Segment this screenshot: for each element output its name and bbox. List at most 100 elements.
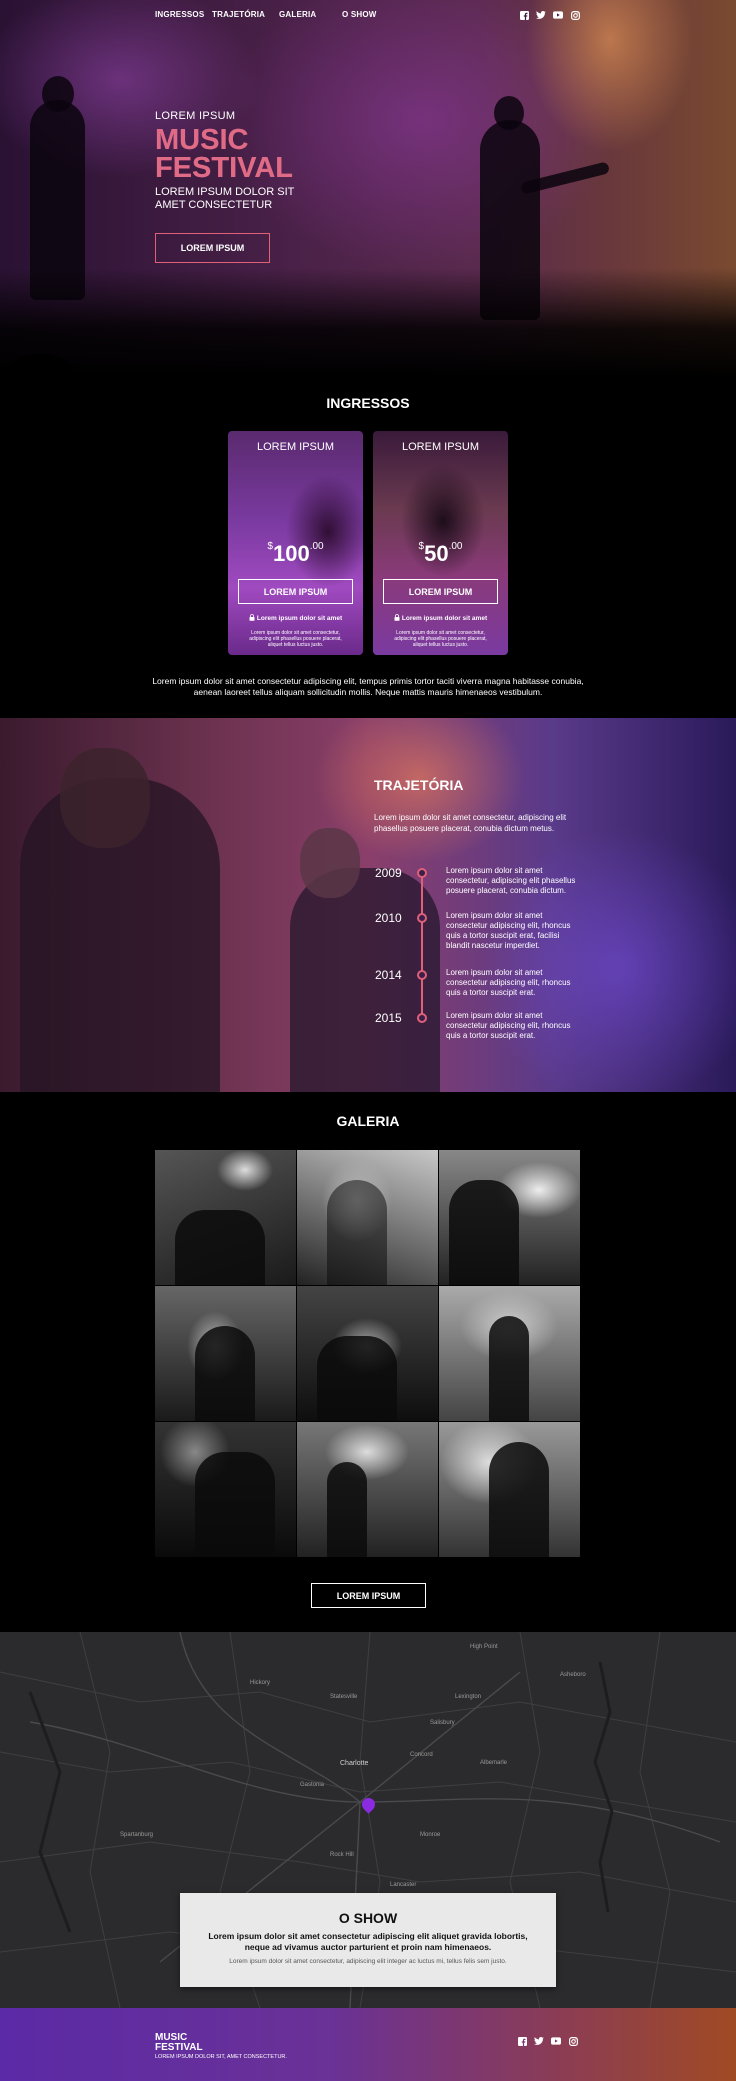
nav-item-o-show[interactable]: O SHOW <box>342 10 377 19</box>
ticket-price: $100.00 <box>228 541 363 567</box>
gallery-photo[interactable] <box>439 1422 580 1557</box>
ticket-fine-print: Lorem ipsum dolor sit amet consectetur, … <box>249 630 342 648</box>
o-show-title: O SHOW <box>338 1910 398 1926</box>
o-show-lead: Lorem ipsum dolor sit amet consectetur a… <box>208 1931 528 1952</box>
timeline-year: 2009 <box>375 866 402 880</box>
galeria-title: GALERIA <box>336 1113 400 1129</box>
youtube-icon[interactable] <box>551 2036 561 2046</box>
hero-title: MUSIC FESTIVAL <box>155 124 375 184</box>
hero-heading-block: LOREM IPSUM MUSIC FESTIVAL LOREM IPSUM D… <box>155 110 375 212</box>
hero-title-line2: FESTIVAL <box>155 152 294 184</box>
ticket-price-cents: .00 <box>448 541 463 552</box>
o-show-card: O SHOW Lorem ipsum dolor sit amet consec… <box>180 1893 556 1987</box>
gallery-photo[interactable] <box>439 1286 580 1421</box>
singer-head <box>494 96 524 130</box>
youtube-icon[interactable] <box>553 10 563 20</box>
footer-logo-line2: FESTIVAL <box>155 2042 203 2053</box>
facebook-icon[interactable] <box>517 2036 527 2046</box>
hero-kicker: LOREM IPSUM <box>155 110 236 122</box>
map-label: Charlotte <box>340 1760 369 1767</box>
gallery-photo[interactable] <box>155 1422 296 1557</box>
map-label: Albemarle <box>480 1760 508 1766</box>
ingressos-title: INGRESSOS <box>326 395 410 411</box>
trajetoria-title: TRAJETÓRIA <box>374 777 464 793</box>
drummer-silhouette <box>290 868 440 1092</box>
ticket-card: LOREM IPSUM $100.00 LOREM IPSUM Lorem ip… <box>228 431 363 655</box>
timeline-line <box>421 873 423 1021</box>
crowd-silhouette <box>0 268 736 378</box>
drummer-head <box>300 828 360 898</box>
footer-tagline: LOREM IPSUM DOLOR SIT, AMET CONSECTETUR. <box>155 2054 287 2060</box>
facebook-icon[interactable] <box>519 10 529 20</box>
trajetoria-section <box>0 718 736 1092</box>
ticket-price-value: 50 <box>424 541 449 566</box>
hero-subtitle: LOREM IPSUM DOLOR SIT AMET CONSECTETUR <box>155 186 295 211</box>
map-label: Asheboro <box>560 1672 586 1678</box>
gallery-photo[interactable] <box>297 1422 438 1557</box>
ticket-card: LOREM IPSUM $50.00 LOREM IPSUM Lorem ips… <box>373 431 508 655</box>
ticket-note-text: Lorem ipsum dolor sit amet <box>256 615 343 622</box>
gallery-photo[interactable] <box>155 1286 296 1421</box>
ticket-note-text: Lorem ipsum dolor sit amet <box>401 615 488 622</box>
ticket-price-value: 100 <box>272 541 310 566</box>
nav-item-trajetoria[interactable]: TRAJETÓRIA <box>212 10 265 19</box>
guitarist-head <box>60 748 150 848</box>
timeline-year: 2015 <box>375 1011 402 1025</box>
timeline-dot <box>417 868 427 878</box>
twitter-icon[interactable] <box>536 10 546 20</box>
timeline-dot <box>417 970 427 980</box>
timeline-year: 2014 <box>375 968 402 982</box>
gallery-photo[interactable] <box>297 1286 438 1421</box>
ticket-title: LOREM IPSUM <box>401 441 479 453</box>
map-label: Rock Hill <box>330 1852 354 1858</box>
timeline-text: Lorem ipsum dolor sit amet consectetur a… <box>446 1011 571 1040</box>
timeline-dot <box>417 913 427 923</box>
timeline-text: Lorem ipsum dolor sit amet consectetur, … <box>446 866 576 895</box>
instagram-icon[interactable] <box>570 10 580 20</box>
ticket-title: LOREM IPSUM <box>256 441 334 453</box>
gallery-photo[interactable] <box>297 1150 438 1285</box>
lock-icon <box>249 614 255 621</box>
ticket-fine-print: Lorem ipsum dolor sit amet consectetur, … <box>394 630 487 648</box>
map-label: Salisbury <box>430 1720 455 1726</box>
footer-logo: MUSIC FESTIVAL <box>155 2033 203 2053</box>
buy-ticket-button[interactable]: LOREM IPSUM <box>238 579 353 604</box>
instagram-icon[interactable] <box>568 2036 578 2046</box>
top-nav: INGRESSOS TRAJETÓRIA GALERIA O SHOW <box>0 10 736 28</box>
nav-item-ingressos[interactable]: INGRESSOS <box>155 10 204 19</box>
footer: MUSIC FESTIVAL LOREM IPSUM DOLOR SIT, AM… <box>0 2008 736 2081</box>
o-show-fine: Lorem ipsum dolor sit amet consectetur, … <box>229 1958 507 1965</box>
buy-ticket-button[interactable]: LOREM IPSUM <box>383 579 498 604</box>
gallery-photo[interactable] <box>439 1150 580 1285</box>
twitter-icon[interactable] <box>534 2036 544 2046</box>
lock-icon <box>394 614 400 621</box>
map-label: Spartanburg <box>120 1832 154 1838</box>
map-label: Concord <box>410 1752 433 1758</box>
gallery-grid <box>155 1150 581 1560</box>
gallery-more-button[interactable]: LOREM IPSUM <box>311 1583 426 1608</box>
footer-social-links <box>517 2036 578 2046</box>
map-label: Monroe <box>420 1832 441 1838</box>
ticket-note: Lorem ipsum dolor sit amet <box>228 614 363 622</box>
timeline-dot <box>417 1013 427 1023</box>
trajetoria-intro: Lorem ipsum dolor sit amet consectetur, … <box>374 813 567 833</box>
timeline-year: 2010 <box>375 911 402 925</box>
map-label: Lancaster <box>390 1882 417 1888</box>
ticket-price-cents: .00 <box>309 541 324 552</box>
gallery-photo[interactable] <box>155 1150 296 1285</box>
hero-cta-button[interactable]: LOREM IPSUM <box>155 233 270 263</box>
ingressos-description: Lorem ipsum dolor sit amet consectetur a… <box>152 676 584 697</box>
performer-head <box>42 76 74 112</box>
nav-social-links <box>519 10 580 20</box>
map-label: Gastonia <box>300 1782 325 1788</box>
ticket-price: $50.00 <box>373 541 508 567</box>
nav-item-galeria[interactable]: GALERIA <box>279 10 316 19</box>
timeline-text: Lorem ipsum dolor sit amet consectetur a… <box>446 968 571 997</box>
map-label: High Point <box>470 1644 498 1650</box>
hero-title-line1: MUSIC <box>155 124 249 156</box>
map-label: Lexington <box>455 1694 482 1700</box>
map-label: Hickory <box>250 1680 271 1686</box>
ticket-note: Lorem ipsum dolor sit amet <box>373 614 508 622</box>
timeline-text: Lorem ipsum dolor sit amet consectetur a… <box>446 911 571 950</box>
map-label: Statesville <box>330 1694 358 1700</box>
